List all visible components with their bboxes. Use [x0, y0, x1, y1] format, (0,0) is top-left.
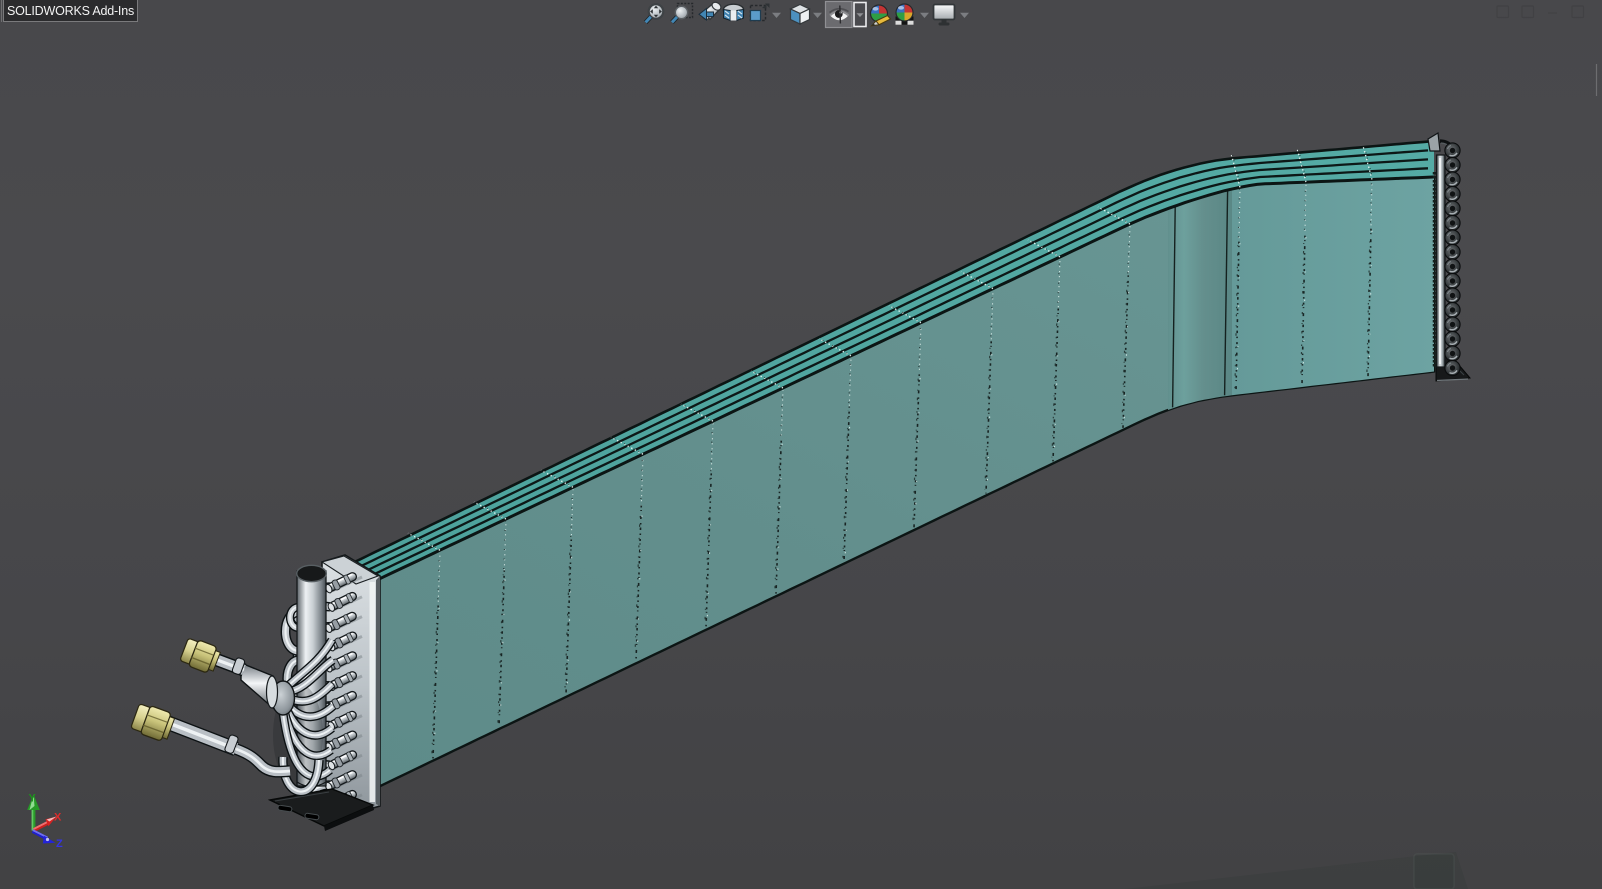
svg-text:X: X	[54, 812, 62, 824]
svg-text:Z: Z	[56, 838, 63, 850]
svg-text:Y: Y	[29, 793, 37, 805]
